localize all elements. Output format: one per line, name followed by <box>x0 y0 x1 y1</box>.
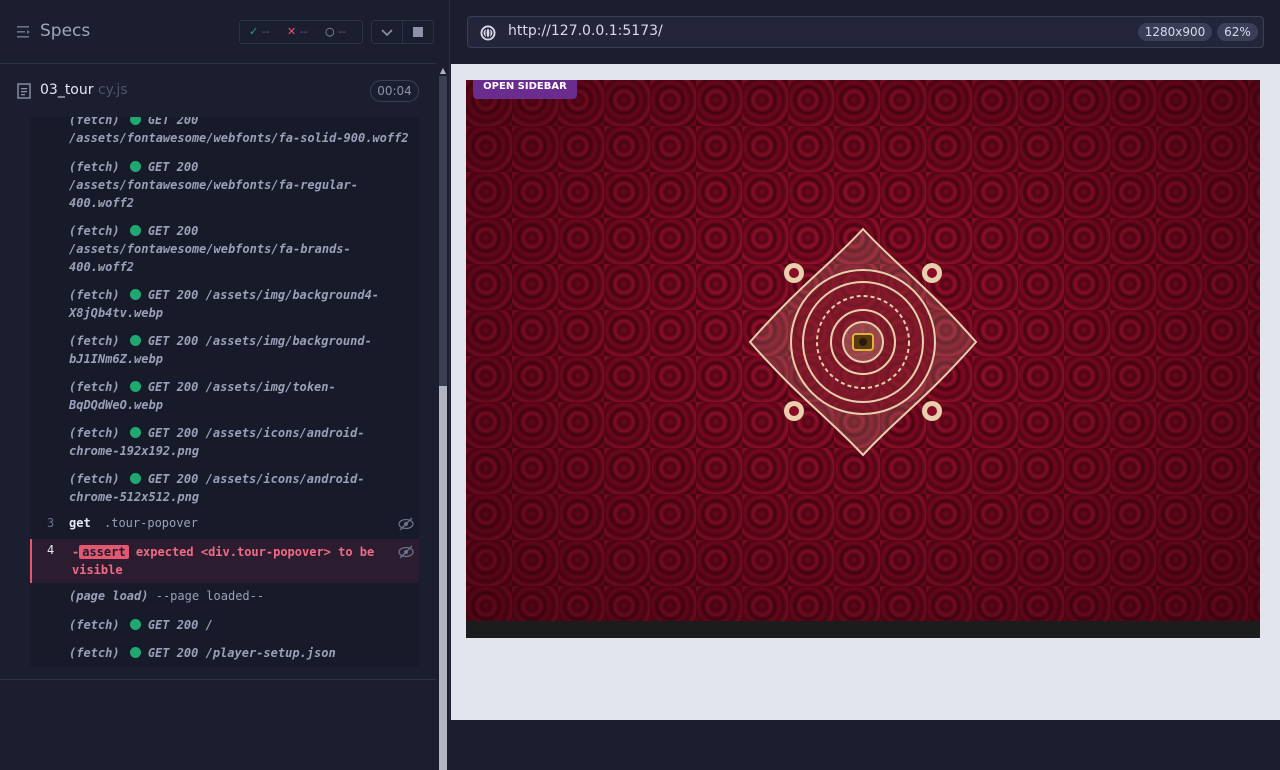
scrollbar-track[interactable] <box>439 76 447 386</box>
specs-title[interactable]: Specs <box>40 21 90 41</box>
status-dot-icon <box>129 647 141 658</box>
file-icon <box>17 83 31 99</box>
log-kind: (fetch) <box>69 646 120 660</box>
log-footer-divider <box>0 679 436 680</box>
log-entry[interactable]: (page load) --page loaded-- <box>69 587 414 605</box>
spec-file-name: 03_tour <box>40 82 94 98</box>
pending-count: -- <box>338 25 347 38</box>
ornament-emblem-icon <box>748 227 978 457</box>
assert-message: - assert expected <div.tour-popover> to b… <box>72 543 392 579</box>
step-number: 4 <box>47 543 55 557</box>
spec-name: 03_tour cy.js <box>40 82 128 98</box>
log-kind: (fetch) <box>69 618 120 632</box>
log-entry[interactable]: (fetch) GET 200 /player-setup.json <box>69 644 414 662</box>
specs-header: Specs ✓ -- ✕ -- ○ -- <box>0 0 436 64</box>
log-status: GET 200 <box>147 224 199 238</box>
scroll-down-icon[interactable]: ▼ <box>439 706 447 716</box>
app-preview-panel: http://127.0.0.1:5173/ 1280x900 62% OPEN… <box>451 0 1280 720</box>
stop-icon <box>413 27 423 37</box>
command-selector: .tour-popover <box>104 516 198 530</box>
log-scrollbar[interactable]: ▲ ▼ <box>437 64 449 770</box>
chevron-down-button[interactable] <box>371 20 403 44</box>
spinner-icon: ○ <box>325 25 335 38</box>
failed-stat: ✕ -- <box>287 25 308 38</box>
log-kind: (fetch) <box>69 380 120 394</box>
log-entry[interactable]: (fetch) GET 200 /assets/img/background4-… <box>69 286 414 322</box>
log-kind: (fetch) <box>69 224 120 238</box>
chevron-down-icon <box>381 29 393 37</box>
specs-menu-icon[interactable] <box>17 25 31 39</box>
status-dot-icon <box>129 225 141 236</box>
log-status: GET 200 <box>147 160 199 174</box>
browser-toolbar: http://127.0.0.1:5173/ 1280x900 62% <box>451 0 1280 64</box>
open-sidebar-button[interactable]: OPEN SIDEBAR <box>473 80 577 99</box>
log-status: GET 200 <box>147 472 199 486</box>
log-kind: (fetch) <box>69 426 120 440</box>
log-url: /assets/fontawesome/webfonts/fa-regular-… <box>69 178 358 210</box>
log-entry[interactable]: (fetch) GET 200 /assets/icons/android-ch… <box>69 470 414 506</box>
status-dot-icon <box>129 117 141 125</box>
log-entry[interactable]: (fetch) GET 200 /assets/img/token-BqDQdW… <box>69 378 414 414</box>
log-entry[interactable]: (fetch) GET 200/assets/fontawesome/webfo… <box>69 117 414 147</box>
log-status: GET 200 <box>147 380 199 394</box>
command-assert-failed[interactable]: 4 - assert expected <div.tour-popover> to… <box>30 539 419 583</box>
url-text[interactable]: http://127.0.0.1:5173/ <box>508 23 663 39</box>
spec-duration: 00:04 <box>370 80 419 102</box>
log-kind: (fetch) <box>69 472 120 486</box>
failed-count: -- <box>299 25 308 38</box>
log-url: /assets/fontawesome/webfonts/fa-solid-90… <box>69 131 409 145</box>
log-status: GET 200 <box>147 334 199 348</box>
eye-slash-icon <box>398 545 414 559</box>
log-kind: (fetch) <box>69 117 120 127</box>
status-dot-icon <box>129 335 141 346</box>
log-status: GET 200 <box>147 618 199 632</box>
log-text: --page loaded-- <box>155 589 265 603</box>
log-status: GET 200 <box>147 288 199 302</box>
log-url: / <box>205 618 213 632</box>
stop-button[interactable] <box>402 20 434 44</box>
x-icon: ✕ <box>287 25 297 38</box>
log-entry[interactable]: (fetch) GET 200 / <box>69 616 414 634</box>
zoom-badge[interactable]: 62% <box>1217 23 1258 41</box>
passed-stat: ✓ -- <box>249 25 270 38</box>
step-number: 3 <box>47 516 55 530</box>
log-entry[interactable]: (fetch) GET 200 /assets/icons/android-ch… <box>69 424 414 460</box>
log-kind: (page load) <box>69 589 149 603</box>
viewport-size-badge[interactable]: 1280x900 <box>1138 23 1212 41</box>
check-icon: ✓ <box>249 25 259 38</box>
command-log-panel: Specs ✓ -- ✕ -- ○ -- 03_tour cy.js 00:04… <box>0 0 450 770</box>
log-kind: (fetch) <box>69 334 120 348</box>
scroll-up-icon[interactable]: ▲ <box>439 66 447 76</box>
app-under-test-frame: OPEN SIDEBAR <box>466 80 1260 638</box>
log-status: GET 200 <box>147 646 199 660</box>
game-background <box>466 80 1260 621</box>
status-dot-icon <box>129 289 141 300</box>
log-url: /player-setup.json <box>205 646 336 660</box>
globe-icon <box>480 25 496 41</box>
log-status: GET 200 <box>147 426 199 440</box>
spec-file-ext: cy.js <box>97 82 128 98</box>
url-bar[interactable]: http://127.0.0.1:5173/ 1280x900 62% <box>467 16 1264 48</box>
log-kind: (fetch) <box>69 288 120 302</box>
status-dot-icon <box>129 473 141 484</box>
command-name: get <box>69 516 91 530</box>
log-entry[interactable]: (fetch) GET 200/assets/fontawesome/webfo… <box>69 222 414 276</box>
log-entry[interactable]: (fetch) GET 200/assets/fontawesome/webfo… <box>69 158 414 212</box>
status-dot-icon <box>129 619 141 630</box>
log-entry[interactable]: (fetch) GET 200 /assets/img/background-b… <box>69 332 414 368</box>
eye-slash-icon <box>398 517 414 531</box>
command-get[interactable]: 3 get .tour-popover <box>30 513 419 535</box>
status-dot-icon <box>129 381 141 392</box>
assert-badge: assert <box>79 545 129 559</box>
log-status: GET 200 <box>147 117 199 127</box>
status-dot-icon <box>129 161 141 172</box>
log-kind: (fetch) <box>69 160 120 174</box>
passed-count: -- <box>261 25 270 38</box>
pending-stat: ○ -- <box>325 25 346 38</box>
log-url: /assets/fontawesome/webfonts/fa-brands-4… <box>69 242 351 274</box>
status-dot-icon <box>129 427 141 438</box>
test-stats: ✓ -- ✕ -- ○ -- <box>239 20 363 44</box>
command-log[interactable]: (fetch) GET 200/assets/fontawesome/webfo… <box>30 117 419 667</box>
